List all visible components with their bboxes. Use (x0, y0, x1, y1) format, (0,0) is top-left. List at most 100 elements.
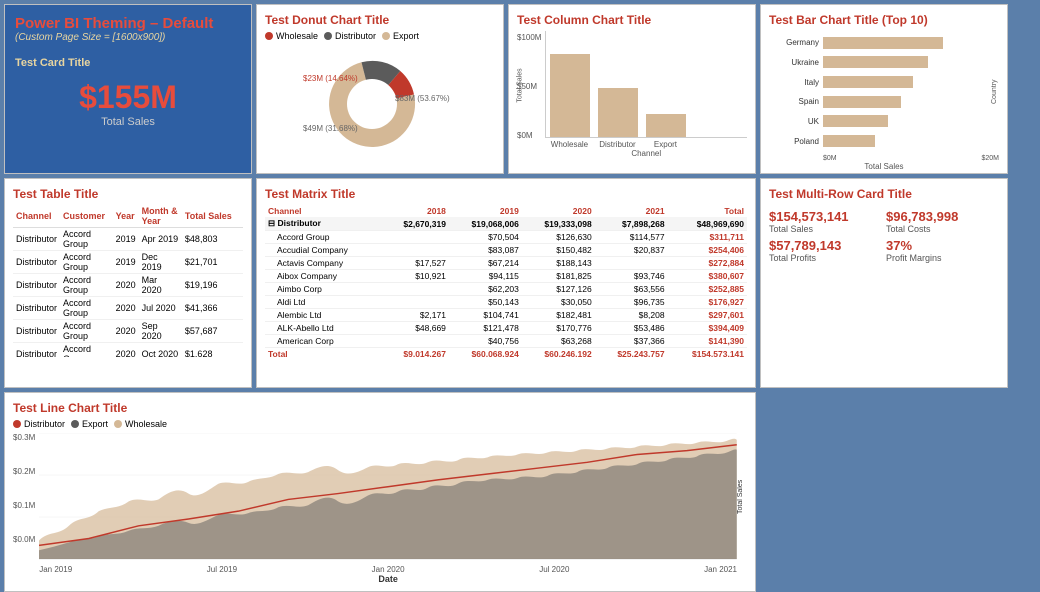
th-channel: Channel (13, 205, 60, 228)
bar-rows: Germany Ukraine Italy Spain UK (769, 31, 991, 153)
column-chart-card: Test Column Chart Title $100M $50M $0M (508, 4, 756, 174)
empty-cell (760, 392, 1008, 592)
multirow-label-totalsales: Total Sales (769, 224, 882, 234)
line-label-export: Export (82, 419, 108, 429)
table-cell: Accord Group (60, 320, 113, 343)
legend-label-distributor: Distributor (335, 31, 376, 41)
table-cell: Distributor (13, 297, 60, 320)
matrix-table: Channel 2018 2019 2020 2021 Total ⊟ Dist… (265, 205, 747, 357)
line-svg (39, 433, 737, 560)
table-cell: Mar 2020 (139, 274, 182, 297)
col-label-export: Export (645, 140, 685, 149)
col-label-wholesale: Wholesale (549, 140, 589, 149)
bar-x-ticks: $0M $20M (769, 155, 999, 162)
legend-wholesale: Wholesale (265, 31, 318, 41)
bar-fill-spain (823, 96, 901, 108)
col-bar-fill-export (646, 114, 686, 137)
line-legend-export: Export (71, 419, 108, 429)
th-year: Year (113, 205, 139, 228)
col-bar-export (646, 114, 686, 137)
multirow-grid: $154,573,141 Total Sales $96,783,998 Tot… (769, 209, 999, 263)
table-card: Test Table Title Channel Customer Year M… (4, 178, 252, 388)
table-cell: 2020 (113, 320, 139, 343)
table-cell: Dec 2019 (139, 251, 182, 274)
th-month: Month & Year (139, 205, 182, 228)
matrix-row: Actavis Company$17,527$67,214$188,143$27… (265, 257, 747, 270)
bar-label-italy: Italy (769, 78, 819, 87)
svg-text:$49M (31.68%): $49M (31.68%) (303, 124, 358, 133)
mth-channel: Channel (265, 205, 383, 217)
table-scroll[interactable]: Channel Customer Year Month & Year Total… (13, 205, 243, 357)
multirow-title: Test Multi-Row Card Title (769, 187, 999, 201)
x-tick-jul2019: Jul 2019 (207, 565, 237, 574)
legend-label-export: Export (393, 31, 419, 41)
x-tick-jan2020: Jan 2020 (372, 565, 405, 574)
multirow-label-profitmargins: Profit Margins (886, 253, 999, 263)
x-tick-jul2020: Jul 2020 (539, 565, 569, 574)
line-title: Test Line Chart Title (13, 401, 747, 415)
legend-dot-export (382, 32, 390, 40)
table-cell: Sep 2020 (139, 320, 182, 343)
legend-label-wholesale: Wholesale (276, 31, 318, 41)
table-row: DistributorAccord Group2020Jul 2020$41,3… (13, 297, 243, 320)
table-row: DistributorAccord Group2020Sep 2020$57,6… (13, 320, 243, 343)
table-cell: $21,701 (182, 251, 243, 274)
bar-fill-ukraine (823, 56, 928, 68)
column-y-label: Total Sales (517, 68, 524, 102)
kpi-card-title: Test Card Title (15, 57, 241, 69)
bar-row-uk: UK (769, 115, 991, 127)
table-body: DistributorAccord Group2019Apr 2019$48,8… (13, 228, 243, 358)
table-cell: Distributor (13, 228, 60, 251)
bar-title: Test Bar Chart Title (Top 10) (769, 13, 999, 27)
legend-dot-wholesale (265, 32, 273, 40)
table-cell: Distributor (13, 343, 60, 358)
table-row: DistributorAccord Group2020Mar 2020$19,1… (13, 274, 243, 297)
table-cell: $1,628 (182, 343, 243, 358)
bar-fill-italy (823, 76, 913, 88)
matrix-row: Alembic Ltd$2,171$104,741$182,481$8,208$… (265, 309, 747, 322)
table-cell: Distributor (13, 320, 60, 343)
multirow-item-profitmargins: 37% Profit Margins (886, 238, 999, 263)
line-chart-card: Test Line Chart Title Distributor Export… (4, 392, 756, 592)
matrix-scroll[interactable]: Channel 2018 2019 2020 2021 Total ⊟ Dist… (265, 205, 747, 357)
donut-legend: Wholesale Distributor Export (265, 31, 495, 41)
mth-2021: 2021 (595, 205, 668, 217)
matrix-row: ALK-Abello Ltd$48,669$121,478$170,776$53… (265, 322, 747, 335)
matrix-title: Test Matrix Title (265, 187, 747, 201)
donut-svg: $23M (14.64%) $83M (53.67%) $49M (31.68%… (300, 46, 460, 166)
bar-chart-card: Test Bar Chart Title (Top 10) Germany Uk… (760, 4, 1008, 174)
bar-row-germany: Germany (769, 37, 991, 49)
bar-label-poland: Poland (769, 137, 819, 146)
col-bar-fill-distributor (598, 88, 638, 137)
table-cell: Distributor (13, 251, 60, 274)
table-cell: 2020 (113, 274, 139, 297)
line-legend-distributor: Distributor (13, 419, 65, 429)
table-cell: 2019 (113, 228, 139, 251)
bar-label-germany: Germany (769, 38, 819, 47)
multirow-label-totalcosts: Total Costs (886, 224, 999, 234)
bar-label-ukraine: Ukraine (769, 58, 819, 67)
matrix-body: ⊟ Distributor$2,670,319$19,068,006$19,33… (265, 217, 747, 357)
x-tick-jan2019: Jan 2019 (39, 565, 72, 574)
donut-area: $23M (14.64%) $83M (53.67%) $49M (31.68%… (265, 45, 495, 167)
table-row: DistributorAccord Group2020Oct 2020$1,62… (13, 343, 243, 358)
col-label-distributor: Distributor (597, 140, 637, 149)
matrix-row: Aimbo Corp$62,203$127,126$63,556$252,885 (265, 283, 747, 296)
table-cell: Accord Group (60, 251, 113, 274)
col-bar-wholesale (550, 54, 590, 137)
line-x-label: Date (39, 574, 737, 584)
bar-row-spain: Spain (769, 96, 991, 108)
column-title: Test Column Chart Title (517, 13, 747, 27)
line-legend: Distributor Export Wholesale (13, 419, 747, 429)
matrix-row: Aldi Ltd$50,143$30,050$96,735$176,927 (265, 296, 747, 309)
table-cell: 2020 (113, 297, 139, 320)
table-cell: Accord Group (60, 274, 113, 297)
multirow-value-totalsales: $154,573,141 (769, 209, 882, 224)
table-cell: $41,366 (182, 297, 243, 320)
matrix-total-row: Total$9,014,267$60,068,924$60,246,192$25… (265, 348, 747, 358)
y-tick-03: $0.3M (13, 433, 35, 442)
table-cell: 2019 (113, 251, 139, 274)
multirow-value-profitmargins: 37% (886, 238, 999, 253)
mth-2020: 2020 (522, 205, 595, 217)
matrix-group-header-row: ⊟ Distributor$2,670,319$19,068,006$19,33… (265, 217, 747, 231)
